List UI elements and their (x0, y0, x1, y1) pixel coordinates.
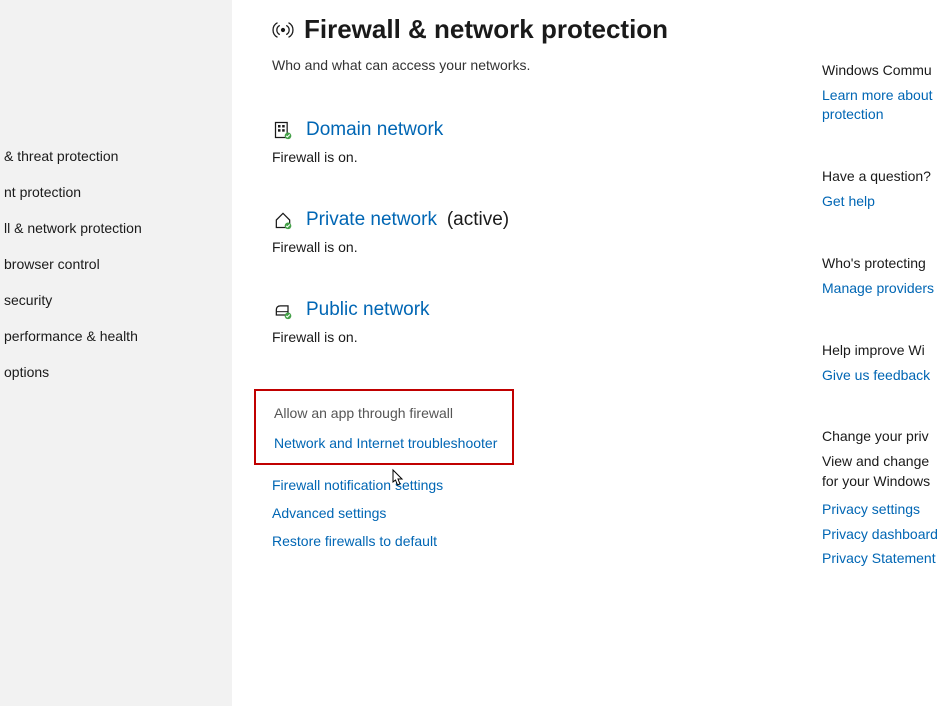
private-network-section: Private network (active) Firewall is on. (272, 209, 792, 255)
public-network-icon (272, 299, 294, 321)
sidebar-item-family-options[interactable]: options (0, 354, 232, 390)
manage-providers-link[interactable]: Manage providers (822, 279, 937, 298)
protecting-heading: Who's protecting (822, 255, 937, 271)
broadcast-icon (272, 19, 294, 41)
learn-more-link[interactable]: Learn more about protection (822, 86, 937, 124)
privacy-description: View and change for your Windows (822, 452, 937, 491)
domain-network-link[interactable]: Domain network (306, 119, 443, 141)
improve-block: Help improve Wi Give us feedback (822, 342, 937, 385)
privacy-settings-link[interactable]: Privacy settings (822, 500, 937, 519)
highlighted-links-box: Allow an app through firewall Network an… (254, 389, 514, 465)
public-network-section: Public network Firewall is on. (272, 299, 792, 345)
page-subtitle: Who and what can access your networks. (272, 57, 792, 73)
public-network-link[interactable]: Public network (306, 299, 430, 321)
firewall-notification-settings-link[interactable]: Firewall notification settings (272, 477, 792, 493)
protecting-block: Who's protecting Manage providers (822, 255, 937, 298)
privacy-statement-link[interactable]: Privacy Statement (822, 549, 937, 568)
community-block: Windows Commu Learn more about protectio… (822, 62, 937, 124)
advanced-settings-link[interactable]: Advanced settings (272, 505, 792, 521)
sidebar-item-device-security[interactable]: security (0, 282, 232, 318)
question-block: Have a question? Get help (822, 168, 937, 211)
page-title: Firewall & network protection (304, 14, 668, 45)
allow-app-through-firewall-link[interactable]: Allow an app through firewall (274, 405, 512, 421)
sidebar-item-browser-control[interactable]: browser control (0, 246, 232, 282)
right-pane: Windows Commu Learn more about protectio… (822, 62, 937, 612)
restore-firewalls-link[interactable]: Restore firewalls to default (272, 533, 792, 549)
get-help-link[interactable]: Get help (822, 192, 937, 211)
network-troubleshooter-link[interactable]: Network and Internet troubleshooter (274, 435, 512, 451)
privacy-heading: Change your priv (822, 428, 937, 444)
sidebar-item-threat-protection[interactable]: & threat protection (0, 138, 232, 174)
privacy-dashboard-link[interactable]: Privacy dashboard (822, 525, 937, 544)
improve-heading: Help improve Wi (822, 342, 937, 358)
domain-network-section: Domain network Firewall is on. (272, 119, 792, 165)
private-network-status: Firewall is on. (272, 239, 792, 255)
sidebar-item-account-protection[interactable]: nt protection (0, 174, 232, 210)
give-feedback-link[interactable]: Give us feedback (822, 366, 937, 385)
privacy-block: Change your priv View and change for you… (822, 428, 937, 568)
private-network-suffix: (active) (447, 209, 509, 230)
sidebar: & threat protection nt protection ll & n… (0, 0, 232, 706)
page-title-row: Firewall & network protection (272, 14, 792, 45)
public-network-status: Firewall is on. (272, 329, 792, 345)
sidebar-item-firewall-network[interactable]: ll & network protection (0, 210, 232, 246)
sidebar-item-performance-health[interactable]: performance & health (0, 318, 232, 354)
community-heading: Windows Commu (822, 62, 937, 78)
private-network-link[interactable]: Private network (306, 209, 437, 230)
question-heading: Have a question? (822, 168, 937, 184)
domain-network-status: Firewall is on. (272, 149, 792, 165)
domain-network-icon (272, 119, 294, 141)
private-network-icon (272, 209, 294, 231)
main-content: Firewall & network protection Who and wh… (272, 14, 792, 561)
